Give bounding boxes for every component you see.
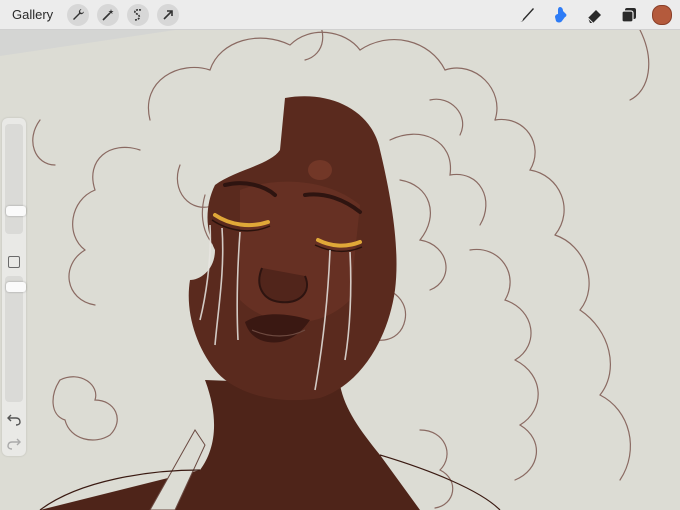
brush-size-slider[interactable] — [5, 124, 26, 234]
smudge-icon[interactable] — [544, 0, 578, 30]
selection-icon[interactable] — [127, 3, 150, 26]
layers-icon[interactable] — [612, 0, 646, 30]
undo-icon[interactable] — [6, 412, 22, 426]
right-tool-group — [510, 0, 680, 30]
top-toolbar: Gallery — [0, 0, 680, 30]
opacity-thumb[interactable] — [6, 282, 26, 292]
modify-square-icon[interactable] — [8, 256, 20, 268]
brush-size-thumb[interactable] — [6, 206, 26, 216]
brush-icon[interactable] — [510, 0, 544, 30]
magic-wand-icon[interactable] — [97, 3, 120, 26]
opacity-slider[interactable] — [5, 276, 26, 402]
eraser-icon[interactable] — [578, 0, 612, 30]
gallery-button[interactable]: Gallery — [12, 7, 53, 22]
left-sidebar — [2, 118, 26, 456]
drawing-canvas[interactable] — [0, 0, 680, 510]
left-tool-group — [67, 3, 180, 26]
color-swatch-button[interactable] — [652, 5, 672, 25]
redo-icon[interactable] — [6, 436, 22, 450]
transform-arrow-icon[interactable] — [157, 3, 180, 26]
wrench-icon[interactable] — [67, 3, 90, 26]
